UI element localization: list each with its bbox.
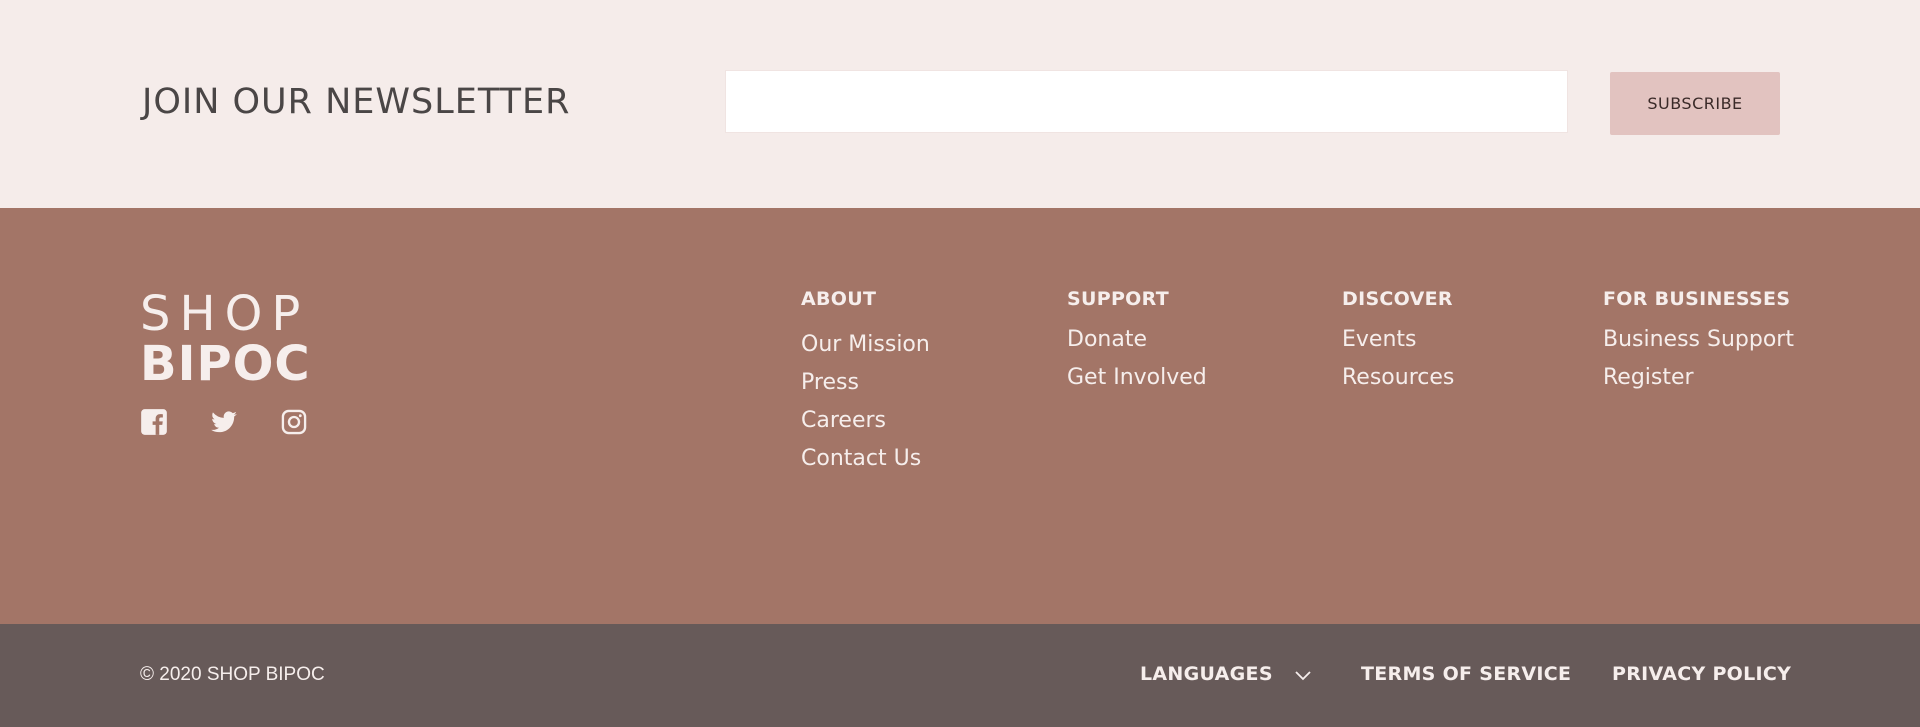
column-heading-for-businesses: FOR BUSINESSES — [1603, 288, 1791, 310]
footer-column-about: ABOUT Our Mission Press Careers Contact … — [801, 288, 930, 478]
brand-logo[interactable]: SHOP BIPOC — [140, 290, 311, 390]
column-heading-about: ABOUT — [801, 288, 877, 310]
footer-main: SHOP BIPOC ABOUT Our Mission Press Caree… — [0, 208, 1920, 624]
link-donate[interactable]: Donate — [1067, 321, 1207, 359]
copyright-text: © 2020 SHOP BIPOC — [140, 664, 325, 685]
footer-bottom-bar: © 2020 SHOP BIPOC LANGUAGES TERMS OF SER… — [0, 624, 1920, 727]
link-business-support[interactable]: Business Support — [1603, 321, 1794, 359]
link-events[interactable]: Events — [1342, 321, 1454, 359]
footer-column-support: SUPPORT Donate Get Involved — [1067, 288, 1207, 397]
privacy-policy-link[interactable]: PRIVACY POLICY — [1612, 663, 1791, 685]
social-links — [140, 408, 350, 436]
facebook-icon[interactable] — [140, 408, 168, 436]
link-contact-us[interactable]: Contact Us — [801, 440, 930, 478]
link-register[interactable]: Register — [1603, 359, 1794, 397]
brand-line-bipoc: BIPOC — [140, 336, 311, 392]
newsletter-title: JOIN OUR NEWSLETTER — [142, 82, 571, 122]
brand-line-shop: SHOP — [140, 286, 310, 342]
instagram-icon[interactable] — [280, 408, 308, 436]
subscribe-button[interactable]: SUBSCRIBE — [1610, 72, 1780, 135]
link-get-involved[interactable]: Get Involved — [1067, 359, 1207, 397]
twitter-icon[interactable] — [210, 408, 238, 436]
link-press[interactable]: Press — [801, 364, 930, 402]
footer-column-for-businesses: FOR BUSINESSES Business Support Register — [1603, 288, 1794, 397]
column-heading-discover: DISCOVER — [1342, 288, 1453, 310]
link-our-mission[interactable]: Our Mission — [801, 326, 930, 364]
link-resources[interactable]: Resources — [1342, 359, 1454, 397]
column-heading-support: SUPPORT — [1067, 288, 1169, 310]
chevron-down-icon[interactable] — [1294, 666, 1312, 684]
languages-dropdown[interactable]: LANGUAGES — [1140, 663, 1273, 685]
newsletter-email-input[interactable] — [725, 70, 1568, 133]
footer-column-discover: DISCOVER Events Resources — [1342, 288, 1454, 397]
terms-of-service-link[interactable]: TERMS OF SERVICE — [1361, 663, 1571, 685]
newsletter-section: JOIN OUR NEWSLETTER SUBSCRIBE — [0, 0, 1920, 208]
link-careers[interactable]: Careers — [801, 402, 930, 440]
